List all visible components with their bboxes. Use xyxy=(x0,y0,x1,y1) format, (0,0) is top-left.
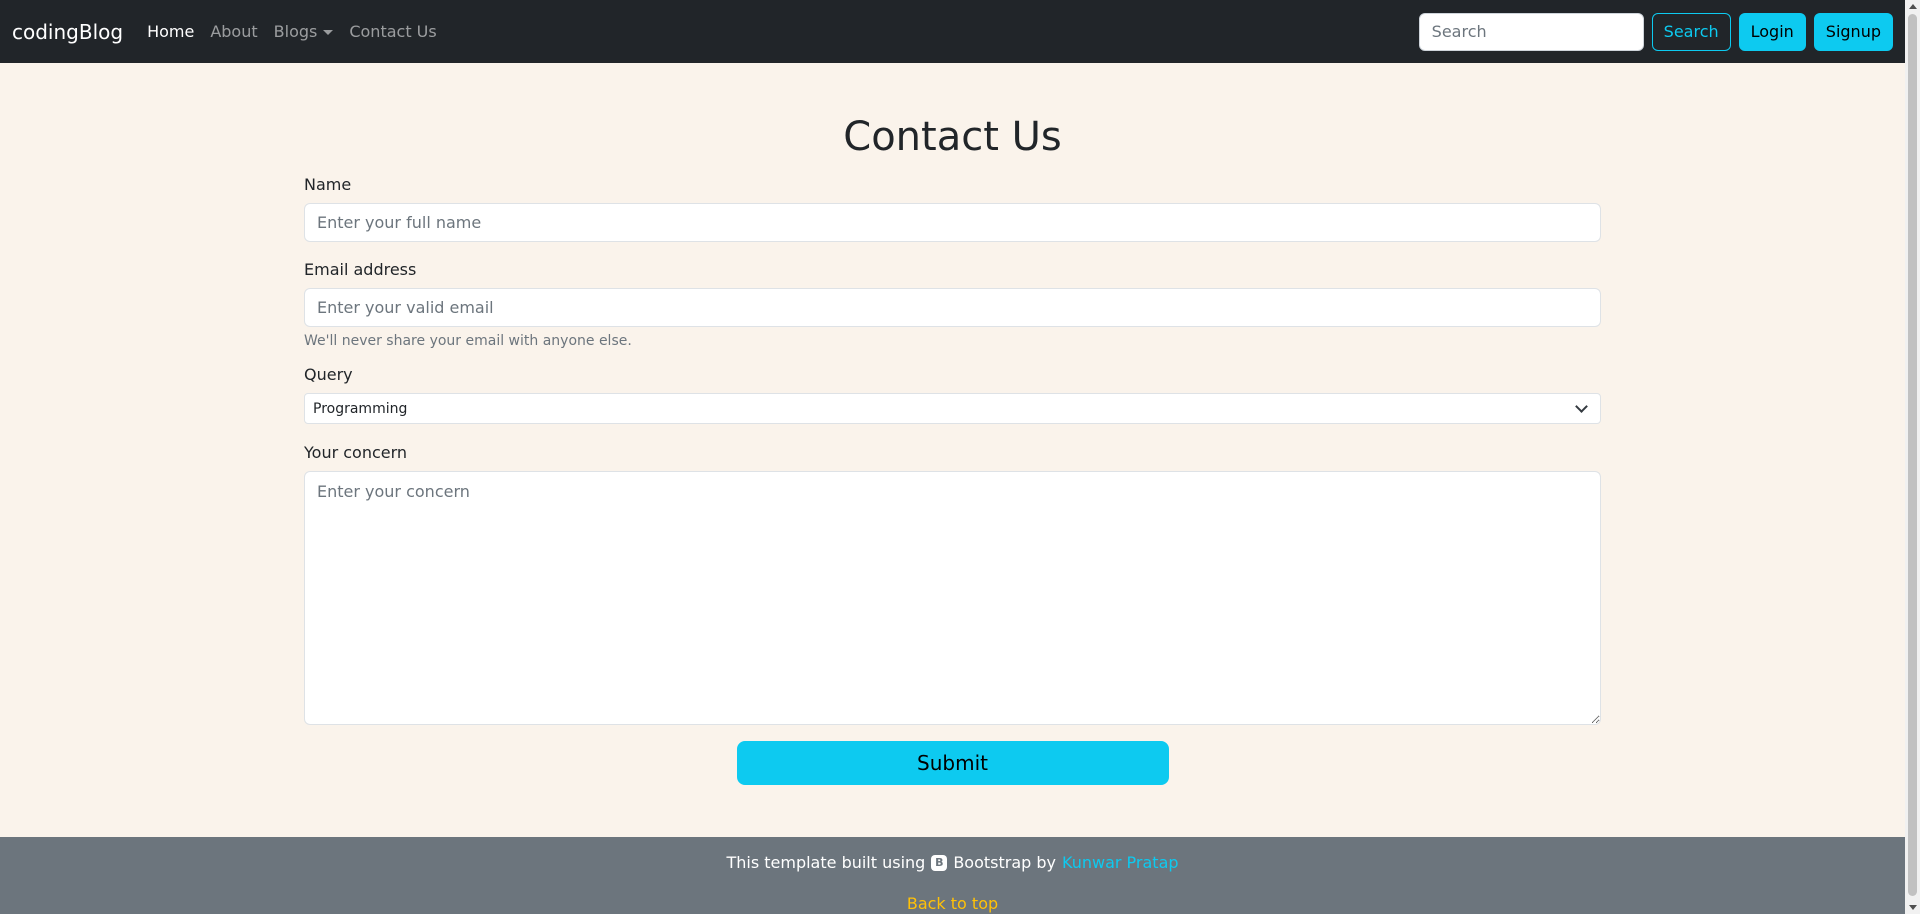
name-input[interactable] xyxy=(304,203,1601,242)
footer-text-middle: Bootstrap by xyxy=(953,853,1057,872)
search-button[interactable]: Search xyxy=(1651,12,1731,51)
author-link[interactable]: Kunwar Pratap xyxy=(1062,853,1179,872)
caret-down-icon xyxy=(323,30,334,35)
submit-wrapper: Submit xyxy=(304,741,1601,785)
back-to-top-link[interactable]: Back to top xyxy=(0,894,1905,913)
concern-label: Your concern xyxy=(304,443,408,462)
nav-about[interactable]: About xyxy=(210,22,257,41)
footer-credit: This template built using B Bootstrap by… xyxy=(0,853,1905,872)
bootstrap-icon: B xyxy=(931,854,948,871)
nav-home[interactable]: Home xyxy=(147,22,194,41)
search-input[interactable] xyxy=(1418,12,1644,51)
login-button[interactable]: Login xyxy=(1738,12,1806,51)
email-help-text: We'll never share your email with anyone… xyxy=(304,333,632,349)
signup-button[interactable]: Signup xyxy=(1813,12,1893,51)
submit-button[interactable]: Submit xyxy=(736,741,1169,785)
scroll-up-arrow-icon[interactable] xyxy=(1909,4,1917,9)
query-select[interactable]: Programming xyxy=(304,393,1601,424)
footer: This template built using B Bootstrap by… xyxy=(0,837,1905,914)
footer-text-before: This template built using xyxy=(726,853,926,872)
query-label: Query xyxy=(304,365,353,384)
page-title: Contact Us xyxy=(843,114,1062,160)
contact-form-container: Contact Us Name Email address We'll neve… xyxy=(304,63,1601,785)
navbar: codingBlog Home About Blogs Contact Us S… xyxy=(0,0,1905,63)
nav-contact[interactable]: Contact Us xyxy=(349,22,436,41)
name-label: Name xyxy=(304,175,352,194)
page-scrollbar[interactable] xyxy=(1905,0,1920,914)
query-selected-value: Programming xyxy=(313,400,408,417)
nav-search-form: Search Login Signup xyxy=(1418,12,1893,51)
chevron-down-icon xyxy=(1575,400,1588,413)
nav-blogs-label: Blogs xyxy=(273,22,318,41)
brand-logo[interactable]: codingBlog xyxy=(12,20,123,44)
concern-textarea[interactable] xyxy=(304,471,1601,725)
nav-blogs-dropdown[interactable]: Blogs xyxy=(274,22,334,41)
scroll-thumb[interactable] xyxy=(1908,14,1917,896)
scroll-down-arrow-icon[interactable] xyxy=(1909,905,1917,910)
email-input[interactable] xyxy=(304,288,1601,327)
email-label: Email address xyxy=(304,260,417,279)
